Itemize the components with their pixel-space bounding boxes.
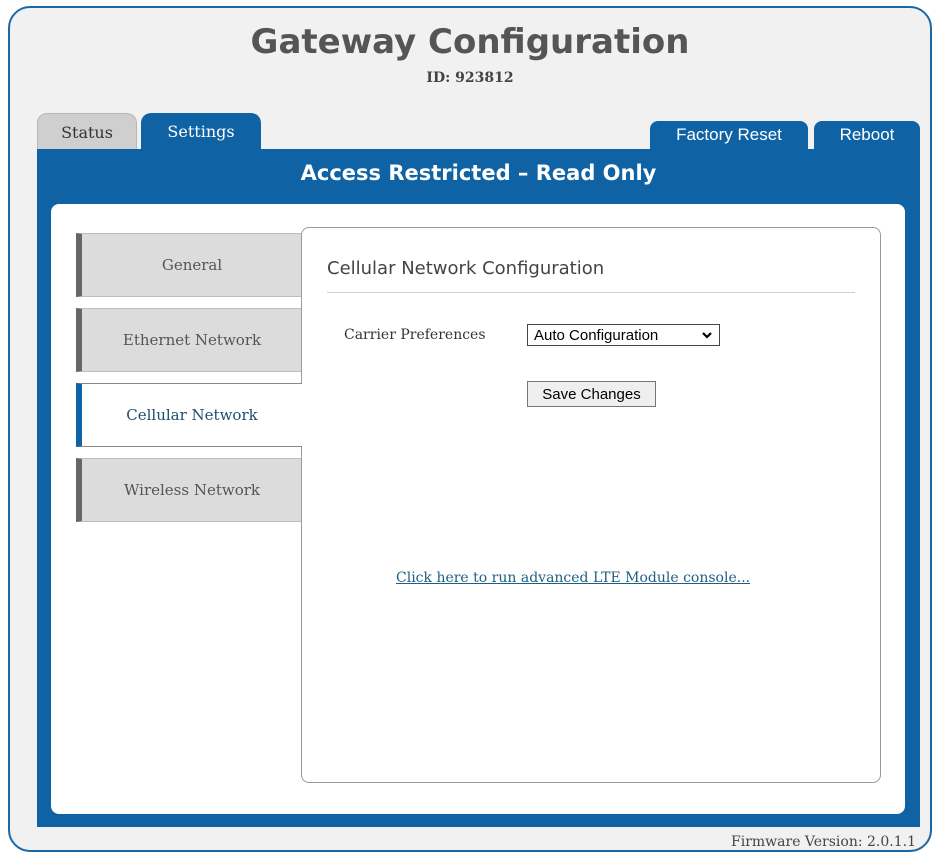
tab-settings[interactable]: Settings [141, 113, 261, 153]
content-panel: Cellular Network Configuration Carrier P… [301, 227, 881, 783]
carrier-preferences-value: Auto Configuration [534, 326, 659, 344]
nav-item-cellular-network[interactable]: Cellular Network [76, 383, 302, 447]
settings-card: General Ethernet Network Cellular Networ… [51, 204, 905, 814]
nav-item-ethernet-network[interactable]: Ethernet Network [76, 308, 302, 372]
device-id: ID: 923812 [426, 70, 514, 86]
factory-reset-button[interactable]: Factory Reset [650, 121, 808, 149]
app-frame: Gateway Configuration ID: 923812 Status … [8, 6, 932, 852]
settings-panel: Access Restricted – Read Only General Et… [37, 149, 920, 827]
section-divider [327, 292, 855, 293]
lte-console-link[interactable]: Click here to run advanced LTE Module co… [396, 570, 750, 586]
section-title: Cellular Network Configuration [327, 258, 605, 279]
page-title: Gateway Configuration [250, 22, 690, 62]
chevron-down-icon [701, 325, 713, 348]
nav-item-wireless-network[interactable]: Wireless Network [76, 458, 302, 522]
reboot-button[interactable]: Reboot [814, 121, 920, 149]
carrier-preferences-select[interactable]: Auto Configuration [527, 324, 720, 346]
save-changes-button[interactable]: Save Changes [527, 381, 656, 407]
tab-status[interactable]: Status [37, 113, 137, 153]
access-banner: Access Restricted – Read Only [300, 161, 657, 185]
firmware-version: Firmware Version: 2.0.1.1 [731, 834, 916, 850]
carrier-preferences-label: Carrier Preferences [344, 327, 486, 343]
nav-item-general[interactable]: General [76, 233, 302, 297]
